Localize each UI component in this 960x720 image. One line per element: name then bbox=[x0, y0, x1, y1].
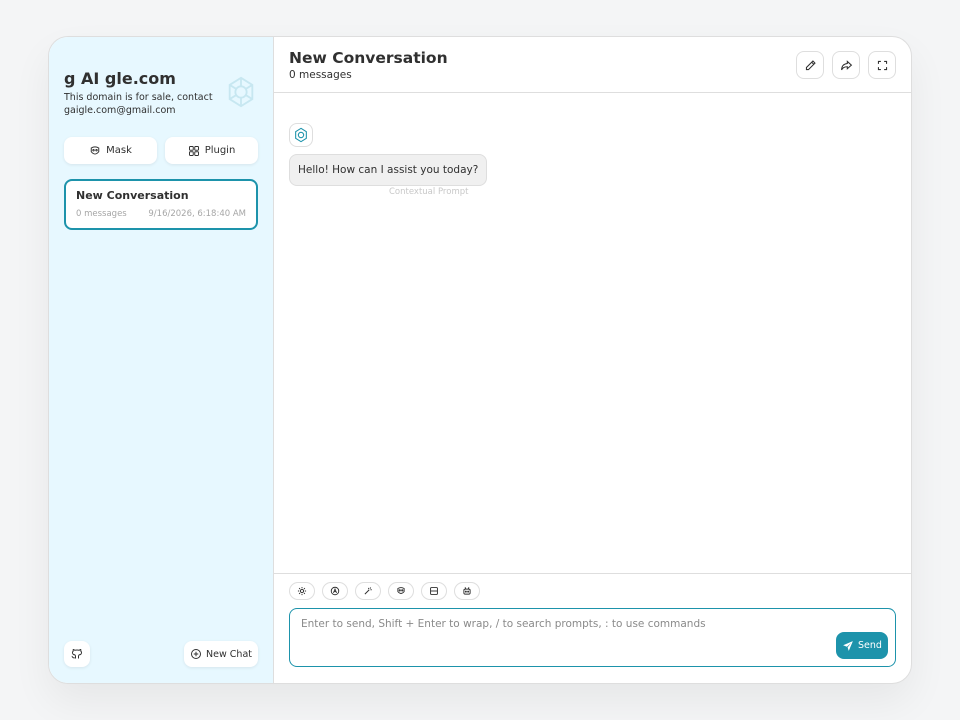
app-window: g AI gle.com This domain is for sale, co… bbox=[48, 36, 912, 684]
contextual-prompt-label: Contextual Prompt bbox=[389, 187, 469, 197]
share-button[interactable] bbox=[832, 51, 860, 79]
github-icon bbox=[71, 649, 82, 659]
new-chat-button[interactable]: New Chat bbox=[184, 641, 258, 667]
settings-icon bbox=[297, 586, 307, 596]
mask-label: Mask bbox=[106, 145, 132, 156]
send-icon bbox=[843, 640, 853, 651]
input-panel: Send bbox=[274, 573, 911, 683]
chat-item-date: 9/16/2026, 6:18:40 AM bbox=[148, 209, 246, 219]
chat-item-title: New Conversation bbox=[76, 189, 189, 202]
rename-button[interactable] bbox=[796, 51, 824, 79]
sidebar-footer: New Chat bbox=[64, 641, 258, 667]
chat-item-meta: 0 messages 9/16/2026, 6:18:40 AM bbox=[76, 209, 246, 219]
message-list: Hello! How can I assist you today? Conte… bbox=[274, 93, 911, 573]
message-input-box: Send bbox=[289, 608, 896, 667]
sidebar-subtitle: This domain is for sale, contact gaigle.… bbox=[64, 92, 213, 116]
message-input[interactable] bbox=[301, 618, 884, 638]
mask-icon bbox=[90, 145, 100, 154]
theme-button[interactable] bbox=[322, 582, 348, 600]
mask-button[interactable]: Mask bbox=[64, 137, 157, 164]
clear-context-button[interactable] bbox=[421, 582, 447, 600]
new-chat-label: New Chat bbox=[206, 648, 252, 660]
prompt-icon bbox=[364, 587, 372, 595]
chat-main: New Conversation 0 messages Hello! How c… bbox=[274, 37, 911, 683]
model-icon bbox=[463, 587, 471, 595]
add-icon bbox=[191, 649, 202, 659]
chat-list-item[interactable]: New Conversation 0 messages 9/16/2026, 6… bbox=[64, 179, 258, 230]
send-button[interactable]: Send bbox=[836, 632, 888, 659]
chat-header: New Conversation 0 messages bbox=[274, 37, 911, 93]
edit-icon bbox=[805, 59, 816, 70]
prompt-button[interactable] bbox=[355, 582, 381, 600]
plugin-icon bbox=[188, 145, 199, 156]
chat-item-count: 0 messages bbox=[76, 209, 127, 219]
share-icon bbox=[840, 59, 852, 70]
plugin-button[interactable]: Plugin bbox=[165, 137, 258, 164]
openai-logo-icon bbox=[295, 127, 307, 143]
header-actions bbox=[796, 51, 896, 79]
send-label: Send bbox=[858, 640, 882, 651]
github-button[interactable] bbox=[64, 641, 90, 667]
fullscreen-icon bbox=[877, 60, 887, 70]
sidebar: g AI gle.com This domain is for sale, co… bbox=[49, 37, 274, 683]
openai-logo-icon bbox=[228, 76, 254, 108]
sidebar-actions: Mask Plugin bbox=[64, 137, 258, 164]
assistant-message: Hello! How can I assist you today? bbox=[289, 154, 488, 186]
clear-context-icon bbox=[430, 587, 438, 595]
settings-button[interactable] bbox=[289, 582, 315, 600]
mask-tool-button[interactable] bbox=[388, 582, 414, 600]
chat-toolbar bbox=[289, 582, 896, 600]
sidebar-header: g AI gle.com This domain is for sale, co… bbox=[64, 53, 258, 117]
plugin-label: Plugin bbox=[204, 145, 236, 156]
theme-icon bbox=[330, 586, 340, 596]
bot-avatar bbox=[289, 123, 313, 147]
model-button[interactable] bbox=[454, 582, 480, 600]
mask-icon bbox=[397, 587, 405, 594]
fullscreen-button[interactable] bbox=[868, 51, 896, 79]
